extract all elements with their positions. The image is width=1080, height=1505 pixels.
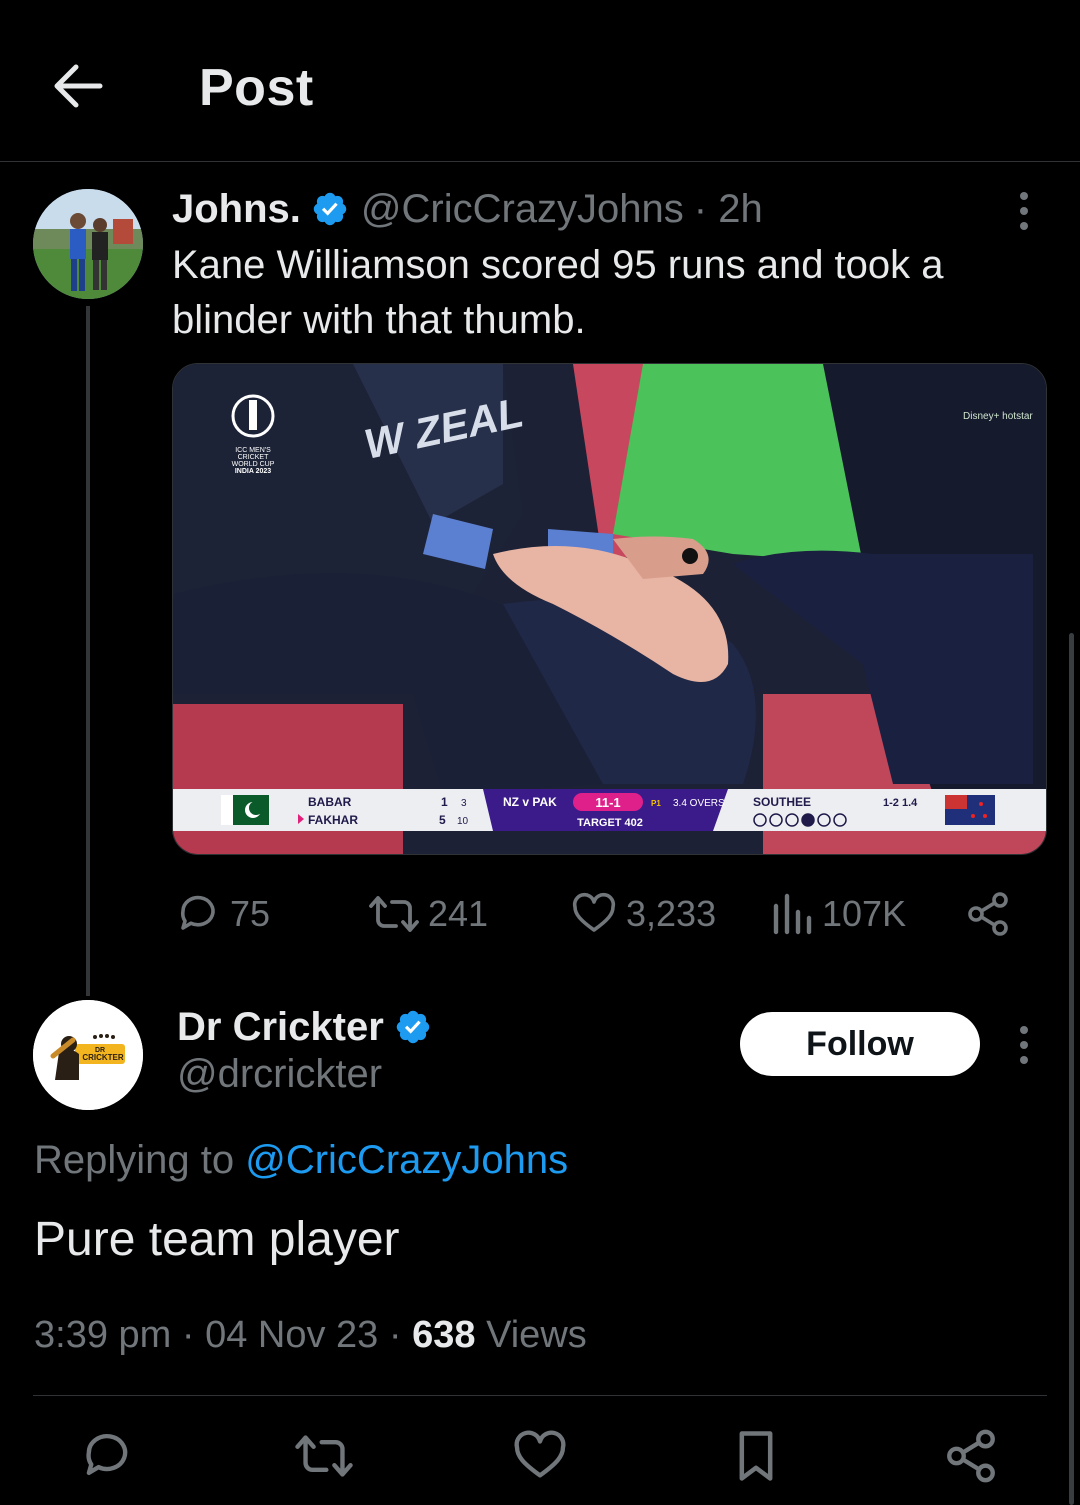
scoreboard: BABAR FAKHAR 1 3 5 10 NZ v PAK 11-1 P1 3… xyxy=(173,789,1046,831)
reply-icon xyxy=(180,895,215,930)
share-action-button[interactable] xyxy=(941,1426,1001,1486)
like-icon xyxy=(572,892,616,932)
repost-count: 241 xyxy=(428,893,489,934)
reply-action-button[interactable] xyxy=(77,1426,137,1486)
svg-text:3: 3 xyxy=(461,798,467,809)
back-arrow-icon xyxy=(54,64,103,108)
svg-text:1: 1 xyxy=(441,795,448,809)
svg-text:WORLD CUP: WORLD CUP xyxy=(232,461,275,468)
views-count: 107K xyxy=(822,893,907,934)
tweet-header: Johns. @CricCrazyJohns · 2h xyxy=(172,184,763,234)
tweet-media[interactable]: W ZEAL ICC MEN'S CRICKET WORLD CUP INDIA… xyxy=(172,363,1047,855)
verified-badge-icon xyxy=(396,1010,429,1044)
reply-views-label: Views xyxy=(486,1314,587,1356)
reply-author: Dr Crickter xyxy=(177,1002,444,1052)
views-icon xyxy=(773,893,812,935)
repost-action-button[interactable] xyxy=(294,1426,354,1486)
tweet-actions: 75 241 3,233 107K xyxy=(172,886,1042,942)
author-handle[interactable]: @CricCrazyJohns xyxy=(361,187,684,232)
like-icon xyxy=(514,1430,566,1478)
author-name[interactable]: Johns. xyxy=(172,187,301,232)
reply-icon xyxy=(86,1433,128,1476)
reply-author-handle[interactable]: @drcrickter xyxy=(177,1052,382,1097)
svg-text:TARGET 402: TARGET 402 xyxy=(577,817,643,829)
replying-to: Replying to @CricCrazyJohns xyxy=(34,1138,569,1182)
share-icon xyxy=(947,1429,995,1483)
reply-time[interactable]: 3:39 pm xyxy=(34,1314,171,1356)
like-count: 3,233 xyxy=(626,893,717,934)
thread-line xyxy=(86,306,90,996)
more-icon xyxy=(1020,192,1028,200)
svg-text:11-1: 11-1 xyxy=(595,795,620,810)
svg-text:ICC MEN'S: ICC MEN'S xyxy=(235,447,271,454)
scrollbar[interactable] xyxy=(1069,633,1074,1505)
share-button[interactable] xyxy=(964,886,1012,942)
tweet-text: Kane Williamson scored 95 runs and took … xyxy=(172,243,944,342)
like-button[interactable]: 3,233 xyxy=(570,886,716,942)
svg-text:SOUTHEE: SOUTHEE xyxy=(753,795,811,809)
share-icon xyxy=(968,892,1008,936)
page-title: Post xyxy=(199,59,314,117)
repost-icon xyxy=(369,896,419,932)
reply-views-count: 638 xyxy=(412,1314,476,1356)
back-button[interactable] xyxy=(48,58,108,114)
top-bar: Post xyxy=(0,0,1080,162)
reply-author-name[interactable]: Dr Crickter xyxy=(177,1005,384,1050)
svg-text:P1: P1 xyxy=(651,799,661,808)
reply-actions xyxy=(0,1396,1080,1505)
repost-button[interactable]: 241 xyxy=(368,886,488,942)
repost-icon xyxy=(295,1435,353,1477)
svg-text:3.4 OVERS: 3.4 OVERS xyxy=(673,798,725,809)
reply-avatar[interactable]: DR CRICKTER xyxy=(33,1000,143,1110)
reply-text: Pure team player xyxy=(34,1213,400,1266)
broadcaster-logo: Disney+ hotstar xyxy=(963,411,1033,422)
replying-to-link[interactable]: @CricCrazyJohns xyxy=(245,1138,568,1182)
reply-count: 75 xyxy=(230,893,271,934)
svg-text:FAKHAR: FAKHAR xyxy=(308,813,358,827)
reply-more-button[interactable] xyxy=(1009,1020,1039,1070)
more-button[interactable] xyxy=(1009,186,1039,236)
svg-text:1-2 1.4: 1-2 1.4 xyxy=(883,797,918,809)
verified-badge-icon xyxy=(313,192,347,226)
svg-text:CRICKTER: CRICKTER xyxy=(82,1053,124,1062)
follow-button[interactable]: Follow xyxy=(740,1012,980,1076)
like-action-button[interactable] xyxy=(510,1426,570,1486)
svg-text:5: 5 xyxy=(439,813,446,827)
svg-text:INDIA 2023: INDIA 2023 xyxy=(235,468,271,475)
views-button[interactable]: 107K xyxy=(770,886,906,942)
post-time: · 2h xyxy=(693,186,763,231)
avatar[interactable] xyxy=(33,189,143,299)
reply-metadata: 3:39 pm · 04 Nov 23 · 638 Views xyxy=(34,1314,587,1356)
reply-date[interactable]: 04 Nov 23 xyxy=(205,1314,378,1356)
reply-button[interactable]: 75 xyxy=(174,886,270,942)
svg-text:10: 10 xyxy=(457,816,469,827)
svg-text:NZ v PAK: NZ v PAK xyxy=(503,795,557,809)
svg-text:CRICKET: CRICKET xyxy=(238,454,269,461)
more-icon xyxy=(1020,1026,1028,1034)
svg-text:BABAR: BABAR xyxy=(308,795,352,809)
bookmark-icon xyxy=(739,1431,773,1481)
bookmark-action-button[interactable] xyxy=(726,1426,786,1486)
